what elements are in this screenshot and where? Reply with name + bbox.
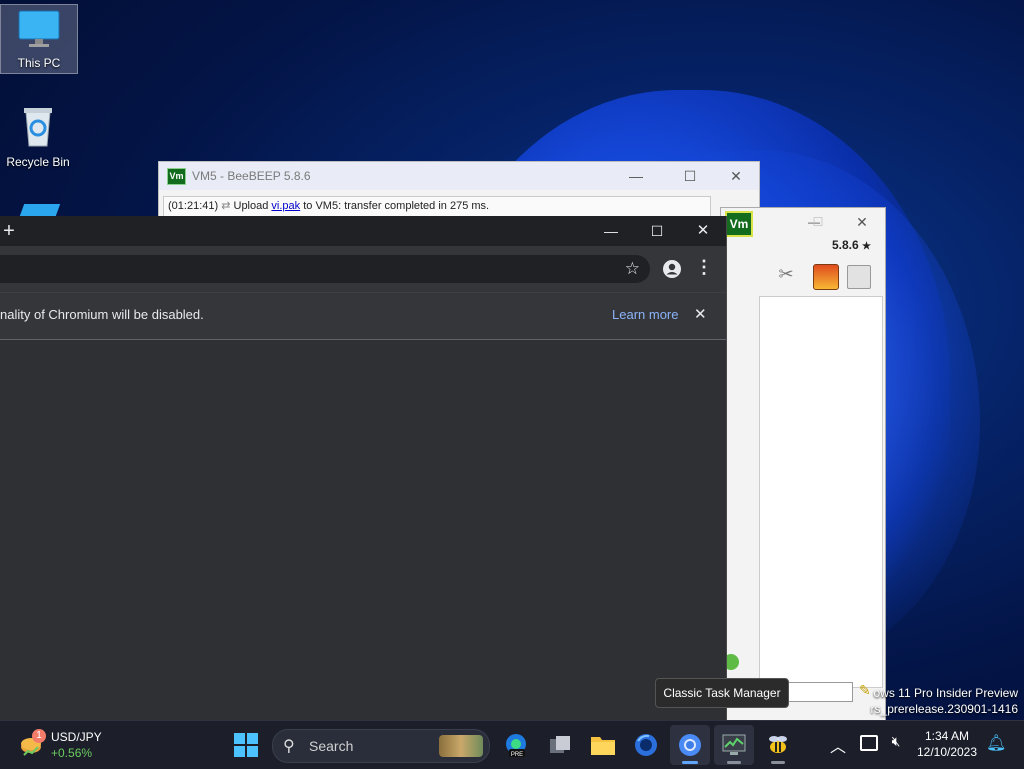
beebeep-logo-icon: Vm <box>725 211 753 237</box>
close-button[interactable]: ✕ <box>680 216 726 246</box>
show-hidden-icons-chevron-icon[interactable]: ︿ <box>826 733 850 757</box>
firefox-icon <box>635 734 657 756</box>
chromium-icon <box>679 734 701 756</box>
network-icon[interactable] <box>860 735 878 751</box>
taskbar-beebeep[interactable] <box>758 725 798 765</box>
new-tab-button[interactable]: + <box>0 216 18 246</box>
folder-icon <box>591 737 615 755</box>
widget-change: +0.56% <box>51 746 93 760</box>
widget-title: USD/JPY <box>51 730 102 744</box>
beebeep-logo-icon: Vm <box>167 167 186 185</box>
task-manager-icon <box>722 734 746 755</box>
windows-start-icon <box>234 733 258 757</box>
taskbar-firefox[interactable] <box>626 725 666 765</box>
running-indicator <box>771 761 785 764</box>
beebeep-bee-icon <box>769 736 787 753</box>
close-button[interactable]: ✕ <box>847 210 877 234</box>
desktop-icon-recycle-bin[interactable]: Recycle Bin <box>0 104 76 172</box>
info-bar-close-icon[interactable]: ✕ <box>694 305 707 323</box>
clear-icon[interactable]: ✎ <box>859 682 871 699</box>
chromium-window[interactable]: + — ☐ ✕ ☆ ⋮ nality of Chromium will be d… <box>0 216 727 724</box>
taskbar-task-manager[interactable] <box>714 725 754 765</box>
learn-more-link[interactable]: Learn more <box>612 307 678 322</box>
log-time: (01:21:41) <box>168 200 219 212</box>
toolbar-trash-icon[interactable] <box>847 265 871 289</box>
maximize-button[interactable]: ☐ <box>634 216 680 246</box>
taskbar-file-explorer[interactable] <box>583 725 623 765</box>
toolbar-update-icon[interactable] <box>813 264 839 290</box>
minimize-button[interactable]: — <box>613 162 659 190</box>
widgets-button[interactable]: 1 USD/JPY +0.56% <box>14 725 124 765</box>
taskbar-copilot-edge-preview[interactable]: PRE <box>496 725 536 765</box>
start-button[interactable] <box>226 725 266 765</box>
message-input[interactable] <box>781 682 853 702</box>
toolbar-tools-icon[interactable]: ✂ <box>773 264 799 288</box>
svg-text:PRE: PRE <box>511 752 523 758</box>
maximize-button[interactable]: ☐ <box>803 210 833 234</box>
menu-kebab-icon[interactable]: ⋮ <box>694 257 714 281</box>
desktop-icon-label: This PC <box>17 56 61 70</box>
recycle-bin-icon <box>24 108 52 147</box>
minimize-button[interactable]: — <box>588 216 634 246</box>
page-content[interactable] <box>0 340 726 724</box>
clock-time: 1:34 AM <box>924 729 970 743</box>
beebeep-main-window[interactable]: Vm — ☐ ✕ 5.8.6 ★ ✂ ✎ <box>720 207 886 729</box>
address-bar[interactable]: ☆ <box>0 255 650 283</box>
task-view-icon <box>550 736 570 753</box>
version-label: 5.8.6 ★ <box>831 238 871 252</box>
running-indicator <box>682 761 698 764</box>
search-label: Search <box>309 738 354 754</box>
monitor-icon <box>18 10 60 47</box>
taskbar-search-box[interactable]: ⚲ Search <box>272 729 490 763</box>
toolbar: ☆ ⋮ <box>0 246 726 292</box>
notification-badge: 1 <box>32 729 46 743</box>
edge-preview-icon: PRE <box>506 734 526 758</box>
clock[interactable]: 1:34 AM 12/10/2023 <box>912 727 982 763</box>
taskbar-chromium[interactable] <box>670 725 710 765</box>
desktop-icon-partial[interactable] <box>19 204 61 216</box>
taskbar-task-view[interactable] <box>540 725 580 765</box>
flag-icon: ★ <box>862 241 871 252</box>
profile-avatar-icon[interactable] <box>662 259 682 279</box>
log-suffix: to VM5: transfer completed in 275 ms. <box>303 200 490 212</box>
volume-muted-icon[interactable]: 🔇︎ <box>886 733 906 753</box>
close-button[interactable]: ✕ <box>713 162 759 190</box>
desktop-icon-label: Recycle Bin <box>6 155 70 169</box>
user-list-panel[interactable] <box>759 296 883 688</box>
search-highlight-icon <box>439 735 483 757</box>
search-icon: ⚲ <box>283 738 295 755</box>
clock-date: 12/10/2023 <box>916 745 978 759</box>
running-indicator <box>727 761 741 764</box>
windows-watermark-line-1: ows 11 Pro Insider Preview <box>873 686 1018 700</box>
taskbar-tooltip: Classic Task Manager <box>655 678 789 708</box>
windows-watermark-line-2: rs_prerelease.230901-1416 <box>870 702 1018 716</box>
maximize-button[interactable]: ☐ <box>667 162 713 190</box>
log-file-link[interactable]: vi.pak <box>271 200 300 212</box>
info-message: nality of Chromium will be disabled. <box>0 307 204 322</box>
upload-icon: ⇄ <box>221 200 231 212</box>
chat-log-line: (01:21:41) ⇄ Upload vi.pak to VM5: trans… <box>163 196 711 218</box>
bookmark-star-icon[interactable]: ☆ <box>625 259 640 279</box>
taskbar: 1 USD/JPY +0.56% ⚲ Search PRE ︿ 🔇︎ 1:34 … <box>0 720 1024 769</box>
log-prefix: Upload <box>233 200 269 212</box>
desktop-icon-this-pc[interactable]: This PC <box>0 4 78 74</box>
tab-strip[interactable]: + — ☐ ✕ <box>0 216 726 246</box>
info-bar: nality of Chromium will be disabled. Lea… <box>0 292 726 340</box>
window-title: VM5 - BeeBEEP 5.8.6 <box>192 169 311 183</box>
notification-bell-icon[interactable]: 🔔︎ <box>986 733 1006 755</box>
